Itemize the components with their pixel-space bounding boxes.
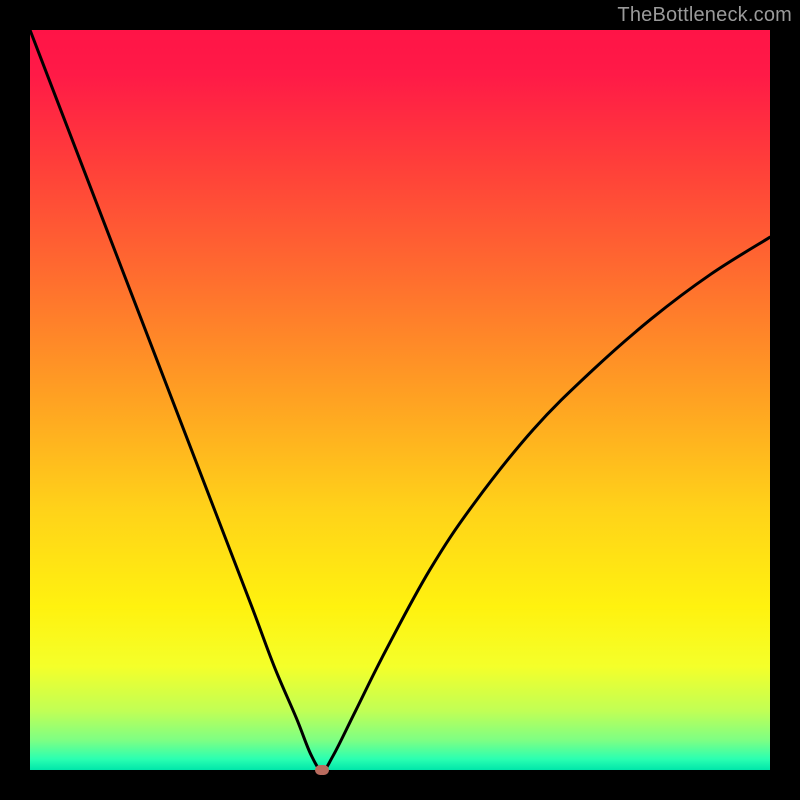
chart-frame: TheBottleneck.com xyxy=(0,0,800,800)
curve-svg xyxy=(30,30,770,770)
watermark-text: TheBottleneck.com xyxy=(617,4,792,27)
optimal-point-marker xyxy=(315,765,329,775)
bottleneck-curve xyxy=(30,30,770,770)
plot-area xyxy=(30,30,770,770)
